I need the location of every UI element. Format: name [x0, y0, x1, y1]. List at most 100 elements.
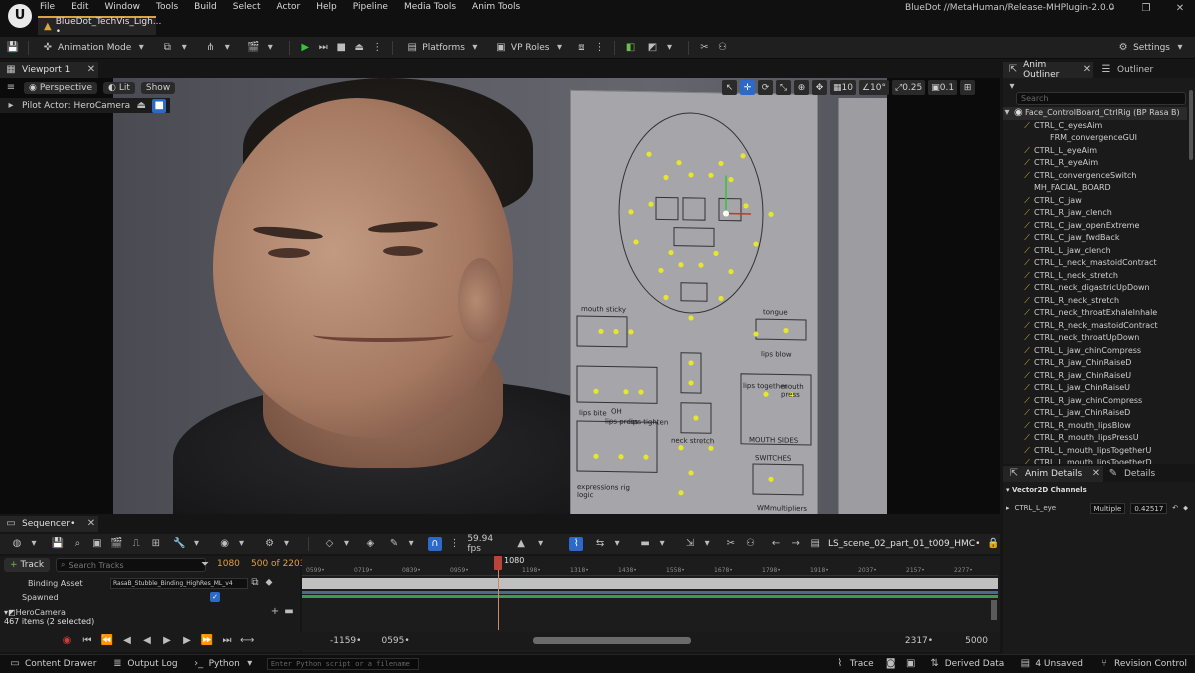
- board-control-dot[interactable]: [646, 151, 652, 157]
- outliner-item[interactable]: ⟋ CTRL_L_mouth_lipsTogetherD: [1003, 457, 1187, 464]
- jump-to-end-icon[interactable]: ⏭: [220, 634, 234, 648]
- binding-asset-track[interactable]: Binding Asset RasaB_Stubble_Binding_High…: [0, 576, 300, 590]
- add-actor-button[interactable]: ⧉ ▾: [156, 39, 195, 57]
- outliner-item[interactable]: ⟋ CTRL_L_neck_mastoidContract: [1003, 257, 1187, 270]
- forward-arrow-icon[interactable]: →: [789, 537, 803, 551]
- outliner-root-item[interactable]: ▾ ◉ Face_ControlBoard_CtrlRig (BP Rasa B…: [1003, 107, 1187, 120]
- tab-anim-details[interactable]: ⇱ Anim Details ✕: [1003, 466, 1103, 482]
- camera-tools-button[interactable]: ◩ ▾: [641, 39, 680, 57]
- board-control-dot[interactable]: [628, 209, 634, 215]
- more-options-icon[interactable]: ⋮: [370, 41, 384, 55]
- value-field[interactable]: 0.42517: [1130, 502, 1168, 514]
- animation-mode-button[interactable]: ✜ Animation Mode ▾: [37, 39, 152, 57]
- playback-options-button[interactable]: ⚙ ▾: [259, 535, 298, 553]
- multi-user-icon[interactable]: ⧈: [574, 41, 588, 55]
- minimize-icon[interactable]: –: [1105, 2, 1119, 16]
- curve-toggle-icon[interactable]: ⌇: [569, 537, 584, 551]
- view-options-button[interactable]: ◉ ▾: [214, 535, 253, 553]
- map-icon[interactable]: ◧: [623, 41, 637, 55]
- board-control-dot[interactable]: [643, 454, 649, 460]
- select-mode-icon[interactable]: ↖: [722, 80, 737, 95]
- world-button[interactable]: ◍ ▾: [6, 535, 45, 553]
- board-control-dot[interactable]: [688, 470, 694, 476]
- view-start-field[interactable]: 0595•: [381, 636, 409, 646]
- outliner-item[interactable]: ⟋ CTRL_neck_digastricUpDown: [1003, 282, 1187, 295]
- board-control-dot[interactable]: [623, 389, 629, 395]
- python-dropdown[interactable]: ›_ Python ▾: [188, 655, 261, 673]
- playhead-handle[interactable]: [494, 556, 502, 570]
- outliner-item[interactable]: ⟋ CTRL_neck_throatUpDown: [1003, 332, 1187, 345]
- close-icon[interactable]: ✕: [84, 63, 98, 77]
- camera-section-bar[interactable]: [302, 595, 998, 598]
- outliner-scrollbar[interactable]: [1189, 90, 1193, 160]
- board-control-dot[interactable]: [633, 239, 639, 245]
- auto-key-icon[interactable]: ◈: [364, 537, 378, 551]
- board-control-dot[interactable]: [663, 174, 669, 181]
- settings-button[interactable]: ⚙ Settings ▾: [1112, 39, 1191, 57]
- camera-lock-icon[interactable]: ■: [152, 98, 167, 113]
- menu-media-tools[interactable]: Media Tools: [404, 2, 456, 12]
- board-control-dot[interactable]: [688, 315, 694, 321]
- filter-icon[interactable]: ⏷: [198, 558, 212, 572]
- blueprint-button[interactable]: ⋔ ▾: [199, 39, 238, 57]
- browse-icon[interactable]: ⧉: [248, 576, 262, 590]
- outliner-item[interactable]: ⟋ CTRL_R_jaw_clench: [1003, 207, 1187, 220]
- expand-arrow-icon[interactable]: ▸: [1006, 504, 1010, 512]
- outliner-item[interactable]: ⟋ CTRL_L_mouth_lipsTogetherU: [1003, 445, 1187, 458]
- python-command-input[interactable]: Enter Python script or a filename: [266, 658, 419, 670]
- scale-mode-icon[interactable]: ⤡: [776, 80, 791, 95]
- transform-button[interactable]: ⇆ ▾: [589, 535, 628, 553]
- eject-icon[interactable]: ⏏: [352, 41, 366, 55]
- outliner-item[interactable]: ⟋ CTRL_R_eyeAim: [1003, 157, 1187, 170]
- close-icon[interactable]: ✕: [1089, 467, 1103, 481]
- previous-key-icon[interactable]: ⏪: [100, 634, 114, 648]
- board-control-dot[interactable]: [768, 476, 774, 482]
- binding-asset-dropdown[interactable]: RasaB_Stubble_Binding_HighRes_ML_v4: [110, 577, 248, 589]
- trace-button[interactable]: ⌇ Trace: [829, 655, 878, 673]
- menu-edit[interactable]: Edit: [71, 2, 88, 12]
- play-icon[interactable]: ▶: [298, 41, 312, 55]
- outliner-item[interactable]: ⟋ CTRL_L_neck_stretch: [1003, 270, 1187, 283]
- track-search-input[interactable]: ⌕ Search Tracks: [56, 558, 206, 572]
- camera-speed-button[interactable]: ▣ 0.1: [928, 80, 958, 95]
- record-icon[interactable]: ◉: [60, 634, 74, 648]
- board-control-dot[interactable]: [688, 172, 694, 178]
- save-icon[interactable]: 💾: [6, 41, 20, 55]
- spawned-checkbox[interactable]: ✓: [210, 592, 220, 602]
- range-start-field[interactable]: -1159•: [330, 636, 361, 646]
- grid-snap-button[interactable]: ▦ 10: [830, 80, 856, 95]
- outliner-item[interactable]: ⟋ CTRL_C_eyesAim: [1003, 120, 1187, 133]
- menu-select[interactable]: Select: [233, 2, 261, 12]
- board-control-dot[interactable]: [668, 249, 674, 256]
- unsaved-button[interactable]: ▤ 4 Unsaved: [1014, 655, 1087, 673]
- actions-button[interactable]: 🔧 ▾: [169, 535, 208, 553]
- stop-icon[interactable]: ■: [334, 41, 348, 55]
- tab-outliner[interactable]: ☰ Outliner: [1095, 62, 1154, 78]
- vp-roles-button[interactable]: ▣ VP Roles ▾: [490, 39, 571, 57]
- menu-build[interactable]: Build: [194, 2, 217, 12]
- more-options-icon[interactable]: ⋮: [448, 537, 462, 551]
- sequencer-tab[interactable]: ▭ Sequencer• ✕: [0, 516, 98, 532]
- board-control-dot[interactable]: [768, 211, 774, 217]
- chevron-down-icon[interactable]: ▾: [534, 537, 548, 551]
- outliner-item[interactable]: ⟋ CTRL_C_jaw_openExtreme: [1003, 220, 1187, 233]
- board-control-dot[interactable]: [718, 295, 724, 302]
- range-end-field[interactable]: 5000: [965, 636, 988, 646]
- board-control-dot[interactable]: [693, 415, 699, 421]
- menu-tools[interactable]: Tools: [156, 2, 178, 12]
- rotation-snap-button[interactable]: ∠ 10°: [858, 80, 889, 95]
- binding-section-bar[interactable]: [302, 578, 998, 589]
- outliner-item[interactable]: ⟋ CTRL_L_jaw_ChinRaiseU: [1003, 382, 1187, 395]
- export-button[interactable]: ⇲ ▾: [679, 535, 718, 553]
- timeline-horizontal-scrollbar[interactable]: [533, 637, 691, 644]
- menu-help[interactable]: Help: [316, 2, 337, 12]
- snap-magnet-icon[interactable]: ∩: [428, 537, 442, 551]
- add-icon[interactable]: +: [268, 605, 282, 619]
- step-back-icon[interactable]: ◀︎: [120, 634, 134, 648]
- curve-editor-icon[interactable]: ⎍: [129, 537, 143, 551]
- chevron-down-icon[interactable]: ▾: [1003, 107, 1011, 120]
- play-icon[interactable]: ▶: [160, 634, 174, 648]
- outliner-item[interactable]: FRM_convergenceGUI: [1003, 132, 1187, 145]
- board-control-dot[interactable]: [678, 490, 684, 496]
- unreal-logo-icon[interactable]: U: [8, 4, 32, 28]
